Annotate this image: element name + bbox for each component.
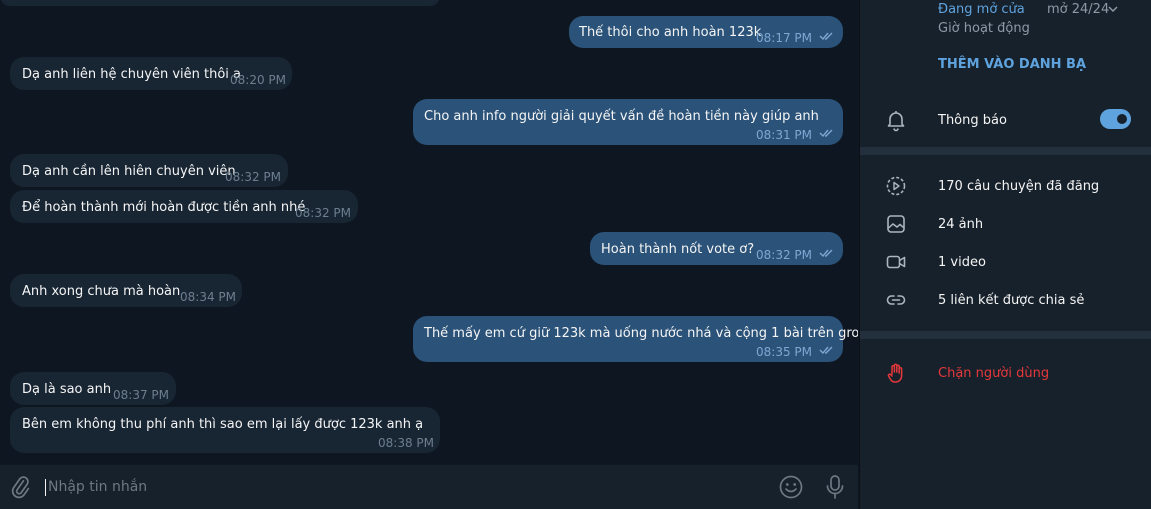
message-bubble-incoming[interactable]: Để hoàn thành mới hoàn được tiền anh nhé… bbox=[10, 190, 358, 223]
message-text: Dạ anh liên hệ chuyên viên thôi ạ bbox=[22, 67, 242, 82]
read-double-check-icon bbox=[819, 249, 833, 258]
message-time: 08:32 PM bbox=[225, 170, 281, 184]
message-text: Thế thôi cho anh hoàn 123k bbox=[579, 25, 762, 40]
message-input[interactable]: Nhập tin nhắn bbox=[48, 479, 147, 495]
video-icon bbox=[886, 255, 906, 269]
text-cursor bbox=[45, 479, 46, 496]
message-time: 08:34 PM bbox=[180, 290, 236, 304]
section-divider bbox=[860, 331, 1151, 339]
hours-label: Giờ hoạt động bbox=[938, 21, 1030, 36]
toggle-knob bbox=[1115, 112, 1129, 126]
message-text: Dạ anh cần lên hiên chuyên viên bbox=[22, 164, 236, 179]
message-time: 08:32 PM bbox=[295, 206, 351, 220]
media-links[interactable]: 5 liên kết được chia sẻ bbox=[938, 293, 1084, 308]
bell-icon bbox=[887, 111, 905, 132]
message-text: Hoàn thành nốt vote ơ? bbox=[601, 242, 755, 257]
smile-icon[interactable] bbox=[778, 474, 804, 500]
message-text: Bên em không thu phí anh thì sao em lại … bbox=[22, 417, 424, 432]
message-bubble-outgoing[interactable]: Hoàn thành nốt vote ơ? 08:32 PM bbox=[590, 232, 843, 265]
media-photos[interactable]: 24 ảnh bbox=[938, 217, 983, 232]
chevron-down-icon[interactable] bbox=[1108, 5, 1118, 13]
section-divider bbox=[860, 147, 1151, 155]
profile-panel: Đang mở cửa mở 24/24 Giờ hoạt động THÊM … bbox=[859, 0, 1151, 509]
message-composer: Nhập tin nhắn bbox=[0, 464, 858, 509]
link-icon bbox=[886, 295, 906, 305]
media-stories[interactable]: 170 câu chuyện đã đăng bbox=[938, 179, 1099, 194]
message-bubble-incoming[interactable]: Dạ anh cần lên hiên chuyên viên 08:32 PM bbox=[10, 154, 288, 187]
message-bubble-outgoing[interactable]: Thế thôi cho anh hoàn 123k 08:17 PM bbox=[569, 16, 843, 48]
message-time: 08:31 PM bbox=[756, 128, 812, 142]
open-status: Đang mở cửa bbox=[938, 2, 1025, 17]
message-time: 08:37 PM bbox=[113, 388, 169, 402]
message-time: 08:32 PM bbox=[756, 248, 812, 262]
add-contact-button[interactable]: THÊM VÀO DANH BẠ bbox=[938, 57, 1086, 72]
hand-stop-icon bbox=[887, 363, 903, 383]
message-bubble-incoming[interactable]: Anh xong chưa mà hoàn 08:34 PM bbox=[10, 274, 242, 307]
message-text: Để hoàn thành mới hoàn được tiền anh nhé bbox=[22, 200, 306, 215]
message-bubble-outgoing[interactable]: Thế mấy em cứ giữ 123k mà uống nước nhá … bbox=[413, 316, 858, 362]
message-time: 08:20 PM bbox=[230, 73, 286, 87]
stories-icon bbox=[886, 176, 906, 196]
read-double-check-icon bbox=[819, 129, 833, 138]
microphone-icon[interactable] bbox=[823, 474, 847, 500]
read-double-check-icon bbox=[819, 32, 833, 41]
message-text: Cho anh info người giải quyết vấn đề hoà… bbox=[424, 109, 819, 124]
notifications-label: Thông báo bbox=[938, 113, 1007, 128]
message-time: 08:35 PM bbox=[756, 345, 812, 359]
message-bubble-outgoing[interactable]: Cho anh info người giải quyết vấn đề hoà… bbox=[413, 99, 843, 145]
message-bubble-incoming[interactable]: Dạ là sao anh 08:37 PM bbox=[10, 372, 176, 405]
chat-area: Thế thôi cho anh hoàn 123k 08:17 PM Dạ a… bbox=[0, 0, 858, 509]
message-time: 08:17 PM bbox=[756, 31, 812, 45]
photo-icon bbox=[887, 215, 905, 233]
message-bubble-incoming[interactable]: Dạ anh liên hệ chuyên viên thôi ạ 08:20 … bbox=[10, 57, 292, 90]
message-bubble-incoming[interactable]: Bên em không thu phí anh thì sao em lại … bbox=[10, 407, 440, 453]
media-videos[interactable]: 1 video bbox=[938, 255, 986, 270]
message-text: Dạ là sao anh bbox=[22, 382, 112, 397]
previous-message-bubble bbox=[0, 0, 440, 6]
notifications-toggle[interactable] bbox=[1100, 109, 1131, 129]
paperclip-icon[interactable] bbox=[8, 475, 32, 499]
message-text: Thế mấy em cứ giữ 123k mà uống nước nhá … bbox=[424, 326, 858, 341]
message-time: 08:38 PM bbox=[378, 436, 434, 450]
block-user-button[interactable]: Chặn người dùng bbox=[938, 366, 1049, 381]
hours-dropdown[interactable]: mở 24/24 bbox=[1047, 2, 1109, 17]
read-double-check-icon bbox=[819, 346, 833, 355]
message-text: Anh xong chưa mà hoàn bbox=[22, 284, 181, 299]
